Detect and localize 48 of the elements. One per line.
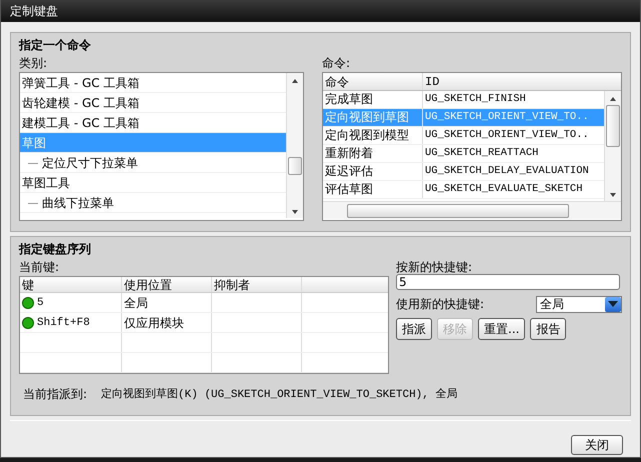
table-row[interactable]: 定向视图到模型 UG_SKETCH_ORIENT_VIEW_TO..: [323, 127, 604, 145]
table-cell: 仅应用模块: [122, 313, 212, 332]
action-button[interactable]: 指派: [396, 318, 432, 340]
table-cell: 定向视图到草图: [323, 109, 423, 126]
section-title: 指定键盘序列: [19, 241, 92, 258]
tree-item[interactable]: 弹簧工具 - GC 工具箱: [20, 73, 286, 93]
scrollbar[interactable]: [323, 201, 621, 219]
column-header[interactable]: 键: [20, 277, 122, 292]
table-cell: 延迟评估: [323, 163, 423, 180]
table-row[interactable]: 重新附着 UG_SKETCH_REATTACH: [323, 145, 604, 163]
column-header[interactable]: 抑制者: [212, 277, 302, 292]
table-cell-text: UG_SKETCH_REATTACH: [424, 146, 540, 161]
table-cell: 全局: [122, 293, 212, 312]
status-value: 定向视图到草图(K) (UG_SKETCH_ORIENT_VIEW_TO_SKETCH), 全局: [101, 386, 458, 403]
status-label: 当前指派到:: [23, 386, 88, 403]
table-cell-text: 5: [37, 296, 44, 310]
tree-item[interactable]: 齿轮建模 - GC 工具箱: [20, 93, 286, 113]
action-button[interactable]: 报告: [530, 318, 566, 340]
table-cell: 定向视图到模型: [323, 127, 423, 144]
scope-dropdown[interactable]: 全局: [536, 296, 622, 313]
window-title: 定制键盘: [1, 0, 640, 22]
table-cell-text: Shift+F8: [37, 316, 90, 330]
table-cell-text: UG_SKETCH_DELAY_EVALUATION: [424, 164, 590, 179]
shortcut-field[interactable]: 5: [396, 274, 620, 290]
field-label: 当前键:: [19, 259, 60, 276]
table-cell-text: UG_SKETCH_ORIENT_VIEW_TO..: [424, 110, 590, 125]
section-title: 指定一个命令: [19, 37, 92, 54]
table-cell-text: UG_SKETCH_EVALUATE_SKETCH: [424, 182, 584, 197]
field-label: 使用新的快捷键:: [396, 296, 484, 313]
table-cell-text: UG_SKETCH_ORIENT_VIEW_TO..: [424, 128, 590, 143]
field-label: 命令:: [322, 55, 352, 72]
table-cell: 评估草图: [323, 181, 423, 198]
table-row[interactable]: 评估草图 UG_SKETCH_EVALUATE_SKETCH: [323, 181, 604, 199]
table-row[interactable]: 延迟评估 UG_SKETCH_DELAY_EVALUATION: [323, 163, 604, 181]
status-icon: [22, 316, 34, 328]
table-cell-text: UG_SKETCH_FINISH: [424, 92, 527, 107]
column-header[interactable]: ID: [423, 73, 621, 90]
column-header[interactable]: 使用位置: [122, 277, 212, 292]
field-label: 按新的快捷键:: [396, 259, 474, 276]
table-cell: 重新附着: [323, 145, 423, 162]
scrollbar[interactable]: [604, 91, 621, 201]
table-cell: 完成草图: [323, 91, 423, 108]
status-icon: [22, 296, 34, 308]
action-button[interactable]: 重置...: [478, 318, 526, 340]
column-header[interactable]: 命令: [323, 73, 423, 90]
scrollbar[interactable]: [286, 73, 303, 218]
field-label: 类别:: [19, 55, 48, 72]
close-button[interactable]: 关闭: [571, 435, 623, 455]
